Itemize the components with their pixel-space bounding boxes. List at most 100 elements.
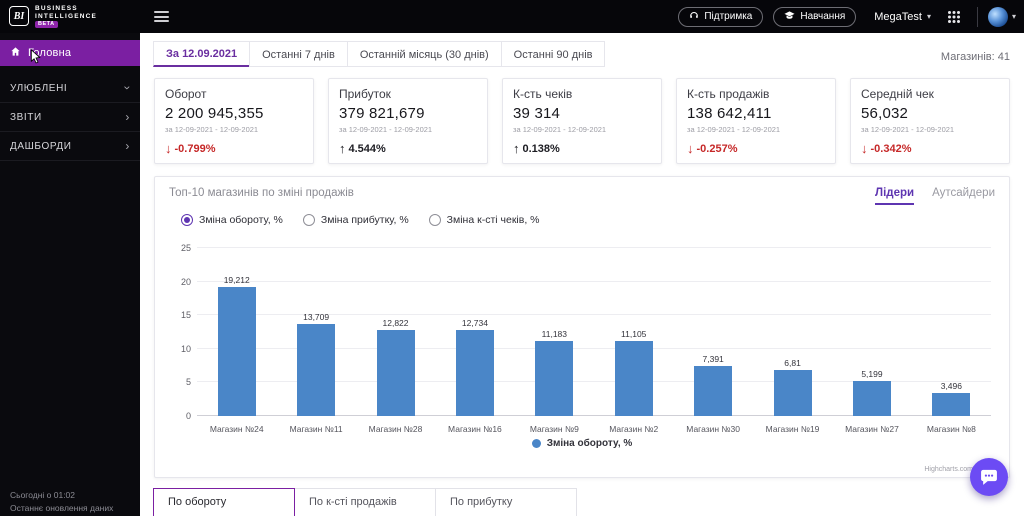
kpi-title: К-сть чеків — [513, 87, 573, 101]
kpi-value: 2 200 945,355 — [165, 105, 264, 122]
hamburger-menu-icon[interactable] — [154, 9, 169, 25]
kpi-period: за 12-09-2021 - 12-09-2021 — [339, 125, 433, 134]
period-tabs: За 12.09.2021 Останні 7 днів Останній міся… — [153, 41, 606, 67]
training-button[interactable]: Навчання — [773, 6, 857, 27]
y-axis-label: 25 — [180, 243, 191, 253]
bar-column-2: 12,822 — [356, 248, 435, 416]
radio-selected-icon — [181, 214, 193, 226]
sidebar-item-label: УЛЮБЛЕНІ — [10, 82, 68, 94]
period-tab-1[interactable]: Останні 7 днів — [249, 41, 348, 67]
period-tab-2[interactable]: Останній місяць (30 днів) — [346, 41, 502, 67]
bar[interactable] — [694, 366, 733, 416]
leaders-outsiders-tabs: Лідери Аутсайдери — [875, 187, 995, 205]
kpi-period: за 12-09-2021 - 12-09-2021 — [165, 125, 259, 134]
bar-value-label: 6,81 — [784, 358, 801, 368]
bar-column-0: 19,212 — [197, 248, 276, 416]
bar-column-1: 13,709 — [276, 248, 355, 416]
beta-badge: BETA — [35, 21, 58, 28]
home-icon — [10, 46, 21, 60]
kpi-delta-value: 4.544% — [348, 142, 386, 155]
bar[interactable] — [455, 330, 494, 416]
kpi-card-1: Прибуток 379 821,679 за 12-09-2021 - 12-09… — [328, 78, 488, 164]
chart-header: Топ-10 магазинів по зміні продажів Лідер… — [169, 187, 995, 205]
kpi-period: за 12-09-2021 - 12-09-2021 — [513, 125, 607, 134]
legend-marker-icon — [531, 439, 541, 448]
support-label: Підтримка — [704, 11, 753, 22]
apps-grid-icon[interactable] — [941, 4, 967, 30]
sidebar-footer: Сьогодні о 01:02 Останнє оновлення даних — [10, 489, 136, 516]
logo-text: BUSINESS INTELLIGENCE BETA — [35, 5, 97, 28]
user-avatar-menu[interactable]: ▾ — [987, 6, 1016, 27]
kpi-delta-value: -0.257% — [696, 142, 738, 155]
bar-column-5: 11,105 — [594, 248, 673, 416]
sidebar-item-0[interactable]: Головна — [0, 40, 140, 66]
sidebar: Головна УЛЮБЛЕНІ › ЗВІТИ › ДАШБОРДИ › Сьогодні… — [0, 33, 140, 516]
bar[interactable] — [614, 341, 653, 416]
kpi-delta: ↓ -0.799% — [165, 141, 303, 156]
y-axis-label: 15 — [180, 310, 191, 321]
bottom-tab-1[interactable]: По к-сті продажів — [294, 488, 436, 516]
view-tab-1[interactable]: Аутсайдери — [932, 187, 995, 205]
y-axis-label: 5 — [185, 377, 191, 388]
period-tab-3[interactable]: Останні 90 днів — [500, 41, 606, 67]
y-axis-label: 0 — [185, 411, 191, 421]
x-axis-label: Магазин №11 — [289, 424, 343, 434]
kpi-delta: ↑ 0.138% — [513, 141, 651, 156]
kpi-delta: ↑ 4.544% — [339, 141, 477, 156]
support-button[interactable]: Підтримка — [678, 6, 764, 27]
topbar-divider — [976, 6, 978, 27]
sidebar-item-label: ДАШБОРДИ — [10, 140, 72, 152]
x-axis-label: Магазин №24 — [209, 424, 264, 434]
bar[interactable] — [852, 381, 891, 416]
radio-icon — [428, 214, 441, 226]
x-axis-label: Магазин №28 — [368, 424, 423, 434]
radio-label: Зміна обороту, % — [199, 214, 283, 226]
kpi-title: Прибуток — [339, 87, 391, 101]
sidebar-item-3[interactable]: ДАШБОРДИ › — [0, 132, 140, 161]
bottom-tabs: По обороту По к-сті продажів По прибутку — [153, 488, 1010, 516]
x-axis-label: Магазин №27 — [845, 424, 899, 434]
main-content: За 12.09.2021 Останні 7 днів Останній міся… — [140, 33, 1024, 516]
sidebar-item-1[interactable]: УЛЮБЛЕНІ › — [0, 74, 140, 103]
kpi-period: за 12-09-2021 - 12-09-2021 — [687, 125, 781, 134]
kpi-value: 379 821,679 — [339, 105, 425, 122]
period-tab-0[interactable]: За 12.09.2021 — [153, 41, 251, 67]
bar[interactable] — [773, 370, 812, 416]
period-filter-row: За 12.09.2021 Останні 7 днів Останній міся… — [140, 33, 1024, 67]
legend-label: Зміна обороту, % — [546, 438, 633, 449]
bottom-tab-0[interactable]: По обороту — [153, 488, 295, 516]
kpi-title: К-сть продажів — [687, 87, 770, 101]
bottom-tab-2[interactable]: По прибутку — [435, 488, 577, 516]
chat-bubble-icon — [981, 469, 997, 485]
bar-value-label: 12,822 — [382, 318, 409, 328]
chat-button[interactable] — [970, 458, 1008, 496]
kpi-delta-value: 0.138% — [522, 142, 560, 155]
chevron-down-icon: ▾ — [1011, 12, 1016, 21]
bar[interactable] — [932, 393, 971, 416]
topbar-actions: Підтримка Навчання MegaTest ▾ ▾ — [678, 4, 1024, 30]
bar[interactable] — [297, 324, 336, 416]
radio-option-1[interactable]: Зміна прибутку, % — [302, 214, 409, 226]
bar[interactable] — [535, 341, 574, 416]
kpi-card-0: Оборот 2 200 945,355 за 12-09-2021 - 12-09… — [154, 78, 314, 164]
sidebar-item-2[interactable]: ЗВІТИ › — [0, 103, 140, 132]
radio-option-0[interactable]: Зміна обороту, % — [181, 214, 283, 226]
kpi-cards-row: Оборот 2 200 945,355 за 12-09-2021 - 12-09… — [140, 67, 1024, 176]
bar-column-8: 5,199 — [832, 248, 911, 416]
view-tab-0[interactable]: Лідери — [875, 187, 915, 205]
kpi-delta: ↓ -0.257% — [687, 141, 825, 156]
bar[interactable] — [217, 287, 256, 416]
chart-x-axis: Магазин №24 Магазин №11 Магазин №28 Магазин… — [197, 420, 991, 436]
x-axis-label: Магазин №19 — [765, 424, 820, 434]
bar[interactable] — [376, 330, 415, 416]
chart-title: Топ-10 магазинів по зміні продажів — [169, 187, 354, 199]
bar-column-3: 12,734 — [435, 248, 514, 416]
top10-chart-card: Топ-10 магазинів по зміні продажів Лідер… — [154, 176, 1010, 478]
app-screen: BI BUSINESS INTELLIGENCE BETA Підтримка … — [0, 0, 1024, 516]
radio-option-2[interactable]: Зміна к-сті чеків, % — [428, 214, 540, 226]
topbar: BI BUSINESS INTELLIGENCE BETA Підтримка … — [0, 0, 1024, 33]
trend-down-icon: ↓ — [165, 141, 172, 156]
x-axis-label: Магазин №9 — [529, 424, 579, 434]
account-menu[interactable]: MegaTest ▾ — [874, 11, 931, 23]
kpi-period: за 12-09-2021 - 12-09-2021 — [861, 125, 955, 134]
